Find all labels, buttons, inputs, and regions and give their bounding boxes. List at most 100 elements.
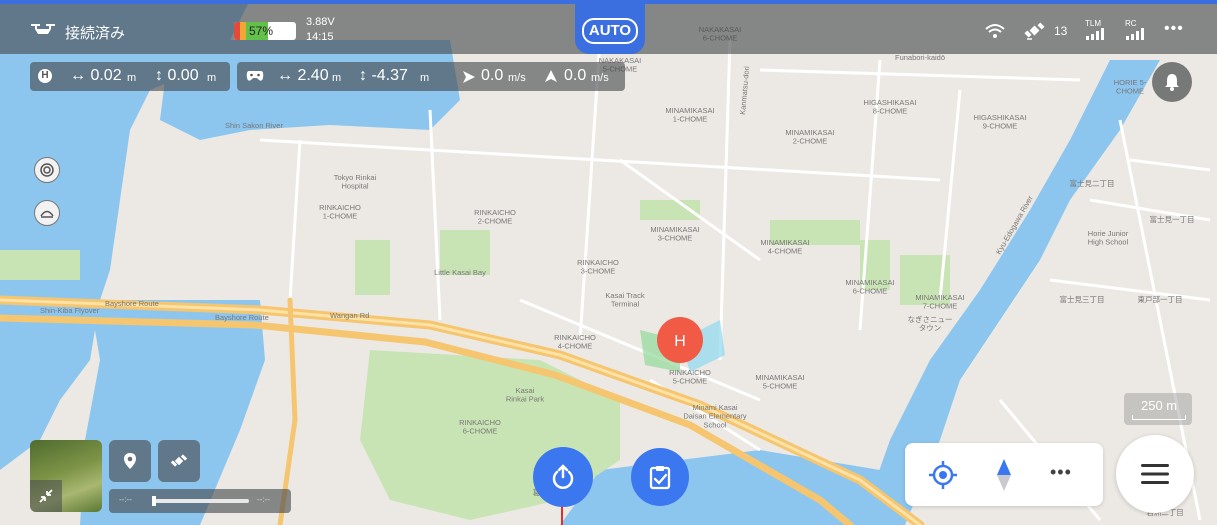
label-rinkaicho5: RINKAICHO 5-CHOME [669, 368, 711, 386]
home-icon: H [38, 69, 52, 83]
park-block-1 [355, 240, 390, 295]
map-label-line: 4-CHOME [558, 342, 593, 351]
label-bayshore-route: Bayshore Route [105, 299, 159, 308]
locate-icon [929, 461, 957, 489]
rc-label: RC [1125, 19, 1137, 28]
label-kasai-track: Kasai Track Terminal [605, 291, 644, 309]
label-rinkaicho2: RINKAICHO 2-CHOME [474, 208, 516, 226]
main-menu-button[interactable] [1116, 435, 1194, 513]
map-label-line: High School [1088, 238, 1129, 247]
obstacle-icon [40, 163, 54, 177]
label-minamikasai7: MINAMIKASAI 7-CHOME [915, 293, 964, 311]
label-rinkaicho3: RINKAICHO 3-CHOME [577, 258, 619, 276]
label-junior-high: Horie Junior High School [1088, 229, 1129, 247]
park-strip [0, 250, 80, 280]
map-label-line: 富士見一丁目 [1150, 214, 1195, 224]
altitude-icon [40, 210, 54, 218]
map-label-line: なぎさニュー [908, 314, 953, 324]
wifi-icon [985, 24, 1005, 38]
controller-icon [246, 71, 264, 81]
map-more-button[interactable]: ••• [1050, 462, 1072, 483]
map-label-line: 3-CHOME [658, 234, 693, 243]
vertical-speed-icon [545, 70, 557, 82]
connection-status: 接続済み [65, 25, 126, 42]
label-jp-higashi: 東戸部一丁目 [1138, 294, 1183, 304]
map-label-line: 1-CHOME [323, 212, 358, 221]
map-label-line: Little Kasai Bay [434, 268, 486, 277]
more-menu-button[interactable]: ••• [1164, 20, 1184, 38]
map-label-line: Wangan Rd [330, 311, 369, 320]
horizontal-speed-value: 0.0 [481, 67, 504, 84]
satellite-icon [1024, 22, 1045, 40]
label-jp-fujimi3: 富士見三丁目 [1060, 294, 1105, 304]
map-label-line: Funabori-kaidō [895, 53, 945, 62]
home-distance-value: ↔ 0.02 [70, 67, 122, 84]
drone-icon [31, 24, 55, 34]
locate-button[interactable] [927, 459, 959, 491]
label-wangan-rd: Wangan Rd [330, 311, 369, 320]
horizontal-speed-icon [463, 71, 475, 83]
slider-handle[interactable] [152, 496, 156, 506]
map-label-line: Shin Sakon River [225, 121, 283, 130]
map-label-line: 2-CHOME [793, 137, 828, 146]
map-label-line: 9-CHOME [983, 122, 1018, 131]
tlm-label: TLM [1085, 19, 1101, 28]
label-minamikasai1: MINAMIKASAI 1-CHOME [665, 106, 714, 124]
map-scale-label: 250 m [1141, 398, 1178, 413]
slider-end-time: --:-- [257, 495, 270, 504]
label-rinkaicho1: RINKAICHO 1-CHOME [319, 203, 361, 221]
label-little-kasai: Little Kasai Bay [434, 268, 486, 277]
rc-height-value: ↕ -4.37 [359, 67, 408, 84]
compass-button[interactable] [993, 457, 1015, 493]
map-label-line: Rinkai Park [506, 395, 545, 404]
map-label-line: タウン [919, 324, 942, 333]
flight-mode-button[interactable]: AUTO [582, 18, 638, 44]
slider-start-time: --:-- [119, 495, 132, 504]
map-label-line: CHOME [1116, 87, 1144, 96]
collapse-preview-button[interactable] [30, 480, 62, 512]
battery-voltage: 3.88V [306, 16, 335, 28]
battery-indicator[interactable]: 57% [234, 22, 296, 40]
home-height-value: ↕ 0.00 [155, 67, 199, 84]
label-minamikasai2: MINAMIKASAI 2-CHOME [785, 128, 834, 146]
label-jp-fujimi1: 富士見一丁目 [1150, 214, 1195, 224]
label-shin-sakon: Shin Sakon River [225, 121, 283, 130]
return-home-button[interactable] [533, 447, 593, 507]
satellite-count: 13 [1054, 24, 1068, 38]
map-label-line: 3-CHOME [581, 267, 616, 276]
location-pin-icon [124, 453, 136, 469]
label-funabori: Funabori-kaidō [895, 53, 945, 62]
map-label-line: 1-CHOME [673, 115, 708, 124]
map-label-line: Bayshore Route [215, 313, 269, 322]
map-label-line: 4-CHOME [768, 247, 803, 256]
vertical-speed-value: 0.0 [564, 67, 587, 84]
battery-percent: 57% [249, 24, 274, 38]
map-label-line: 富士見二丁目 [1070, 178, 1115, 188]
map-label-line: 東戸部一丁目 [1138, 294, 1183, 304]
time-remaining: 14:15 [306, 31, 334, 43]
home-distance-unit: m [127, 72, 137, 84]
camera-preview-thumbnail[interactable] [30, 440, 102, 512]
map-label-line: 2-CHOME [478, 217, 513, 226]
rc-height-unit: m [420, 72, 430, 84]
home-height-unit: m [207, 72, 217, 84]
horizontal-speed-unit: m/s [508, 72, 526, 84]
label-bayshore-route-2: Bayshore Route [215, 313, 269, 322]
altitude-limit-button[interactable] [34, 200, 60, 226]
satellite-view-button[interactable] [158, 440, 200, 482]
notification-button[interactable] [1152, 62, 1192, 102]
label-minamikasai3: MINAMIKASAI 3-CHOME [650, 225, 699, 243]
obstacle-avoidance-button[interactable] [34, 157, 60, 183]
hamburger-menu-icon [1141, 464, 1169, 484]
map-label-line: Bayshore Route [105, 299, 159, 308]
return-icon [552, 464, 574, 489]
timeline-slider[interactable]: --:-- --:-- [109, 489, 291, 513]
label-horie5: HORIE 5-CHOME [1114, 78, 1147, 96]
waypoint-pin-button[interactable] [109, 440, 151, 482]
clipboard-check-icon [649, 466, 671, 490]
home-telemetry-panel: H ↔ 0.02 m ↕ 0.00 m [30, 62, 230, 91]
label-rinkaicho6: RINKAICHO 6-CHOME [459, 418, 501, 436]
rc-distance-unit: m [332, 72, 342, 84]
tlm-signal-icon [1086, 28, 1104, 40]
mission-checklist-button[interactable] [631, 448, 689, 506]
